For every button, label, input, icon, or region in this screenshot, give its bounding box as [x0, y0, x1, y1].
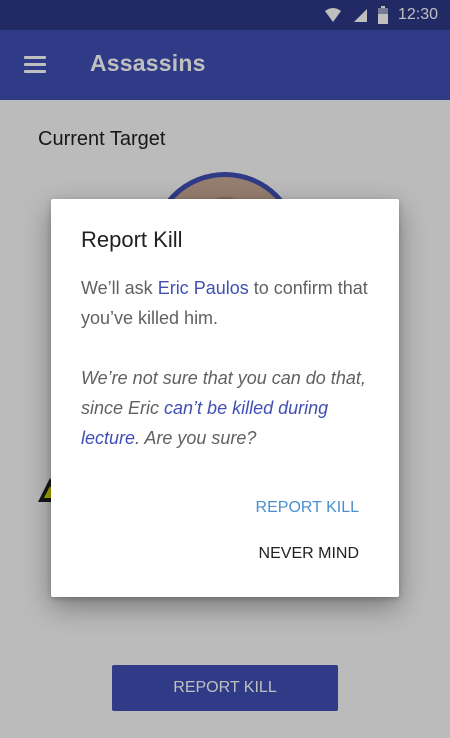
dialog-never-mind-button[interactable]: NEVER MIND	[259, 545, 359, 563]
dialog-body-prefix: We’ll ask	[81, 278, 158, 298]
dialog-note-suffix: . Are you sure?	[135, 428, 257, 448]
dialog-title: Report Kill	[81, 227, 183, 252]
report-kill-dialog: Report Kill We’ll ask Eric Paulos to con…	[51, 199, 399, 597]
dialog-body: We’ll ask Eric Paulos to confirm that yo…	[81, 273, 381, 333]
dialog-report-kill-button[interactable]: REPORT KILL	[256, 499, 359, 517]
dialog-note: We’re not sure that you can do that, sin…	[81, 363, 381, 453]
target-name-link[interactable]: Eric Paulos	[158, 278, 249, 298]
